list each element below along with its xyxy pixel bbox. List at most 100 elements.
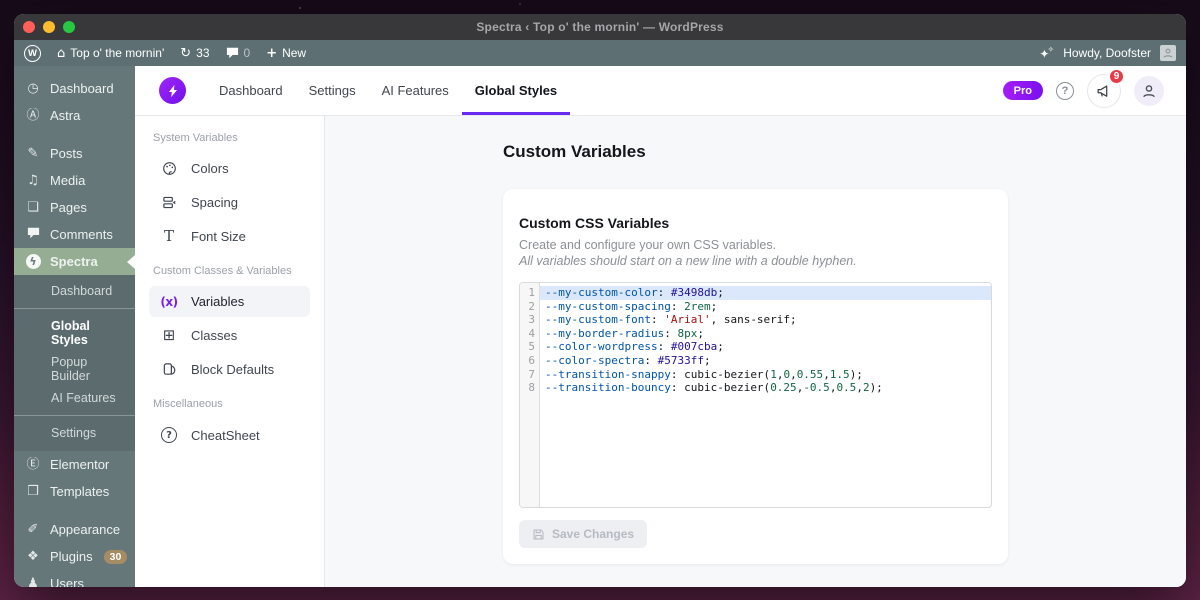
window-controls — [23, 21, 75, 33]
code-line: --color-spectra: #5733ff; — [545, 353, 711, 367]
code-line: --my-custom-font: 'Arial', sans-serif; — [545, 313, 797, 327]
users-icon: ♟ — [27, 576, 39, 587]
sidebar-item-spectra[interactable]: ϟ Spectra — [14, 248, 135, 275]
tab-dashboard[interactable]: Dashboard — [206, 66, 296, 115]
code-line: --my-border-radius: 8px; — [545, 326, 704, 340]
comments-menu[interactable]: 0 — [226, 46, 251, 60]
sidebar-item-label: Posts — [50, 146, 83, 161]
nav-item-cheatsheet[interactable]: ? CheatSheet — [149, 419, 310, 451]
sidebar-item-elementor[interactable]: Ⓔ Elementor — [14, 451, 135, 478]
content-area: Custom Variables Custom CSS Variables Cr… — [325, 116, 1186, 587]
plus-icon: + — [266, 45, 278, 61]
comments-icon — [24, 227, 42, 242]
sidebar-item-label: Templates — [50, 484, 110, 499]
editor-code-pane[interactable]: --my-custom-color: #3498db; --my-custom-s… — [540, 283, 991, 507]
avatar[interactable] — [1160, 45, 1176, 61]
tab-ai-features[interactable]: AI Features — [369, 66, 462, 115]
line-number: 2 — [528, 299, 535, 313]
nav-item-variables[interactable]: (x) Variables — [149, 286, 310, 317]
submenu-divider — [14, 415, 135, 416]
css-code-editor[interactable]: 12345678 --my-custom-color: #3498db; --my… — [519, 282, 992, 508]
tab-global-styles[interactable]: Global Styles — [461, 66, 571, 115]
close-window-button[interactable] — [23, 21, 35, 33]
nav-item-label: Colors — [191, 161, 229, 176]
save-changes-button[interactable]: Save Changes — [519, 520, 648, 548]
notifications-button[interactable]: 9 — [1087, 67, 1125, 108]
wp-admin-sidebar: ◷ Dashboard Ⓐ Astra ✎ Posts ♫ Media ❏ Pages Commen… — [14, 66, 135, 587]
notification-count-badge: 9 — [1108, 67, 1125, 85]
howdy-account-menu[interactable]: Howdy, Doofster — [1063, 46, 1151, 60]
sidebar-item-dashboard[interactable]: ◷ Dashboard — [14, 75, 135, 102]
sidebar-item-label: Pages — [50, 200, 87, 215]
nav-item-label: Variables — [191, 294, 245, 309]
variables-icon: (x) — [160, 294, 178, 309]
nav-item-colors[interactable]: Colors — [149, 153, 310, 184]
astra-icon: Ⓐ — [26, 108, 40, 123]
submenu-item-global-styles[interactable]: Global Styles — [14, 315, 135, 351]
submenu-item-settings[interactable]: Settings — [14, 422, 135, 444]
classes-icon: ⊞ — [162, 326, 176, 344]
tab-settings[interactable]: Settings — [296, 66, 369, 115]
sidebar-item-users[interactable]: ♟ Users — [14, 570, 135, 587]
spectra-logo-icon[interactable] — [159, 77, 186, 104]
spectra-submenu: Dashboard Global Styles Popup Builder AI Fe… — [14, 275, 135, 451]
code-line: --my-custom-spacing: 2rem; — [545, 299, 718, 313]
sidebar-item-appearance[interactable]: ✐ Appearance — [14, 516, 135, 543]
submenu-divider — [14, 308, 135, 309]
nav-item-label: CheatSheet — [191, 427, 260, 443]
submenu-item-popup-builder[interactable]: Popup Builder — [14, 351, 135, 387]
submenu-item-ai-features[interactable]: AI Features — [14, 387, 135, 409]
sidebar-item-media[interactable]: ♫ Media — [14, 167, 135, 194]
sidebar-item-comments[interactable]: Comments — [14, 221, 135, 248]
updates-icon: ↻ — [180, 45, 192, 61]
submenu-item-dashboard[interactable]: Dashboard — [14, 280, 135, 302]
sidebar-item-pages[interactable]: ❏ Pages — [14, 194, 135, 221]
sidebar-item-plugins[interactable]: ❖ Plugins 30 — [14, 543, 135, 570]
line-number: 6 — [528, 353, 535, 367]
comments-count: 0 — [243, 46, 251, 60]
nav-item-spacing[interactable]: Spacing — [149, 187, 310, 218]
sidebar-item-label: Appearance — [50, 522, 121, 537]
block-defaults-icon — [159, 362, 179, 377]
pages-icon: ❏ — [27, 200, 39, 215]
nav-item-block-defaults[interactable]: Block Defaults — [149, 354, 310, 385]
nav-item-font-size[interactable]: T Font Size — [149, 221, 310, 252]
section-label-system-variables: System Variables — [153, 132, 238, 144]
line-number: 3 — [528, 313, 535, 327]
sidebar-item-templates[interactable]: ❒ Templates — [14, 478, 135, 505]
new-content-menu[interactable]: + New — [266, 46, 306, 60]
app-window: Spectra ‹ Top o' the mornin' — WordPress… — [14, 14, 1186, 587]
nav-item-label: Font Size — [191, 229, 246, 244]
wp-logo-menu[interactable]: W — [24, 44, 41, 62]
home-icon: ⌂ — [57, 45, 66, 61]
help-icon[interactable]: ? — [1056, 81, 1074, 100]
minimize-window-button[interactable] — [43, 21, 55, 33]
line-number: 5 — [528, 340, 535, 354]
sidebar-item-label: Plugins — [50, 549, 93, 564]
spectra-tabs: Dashboard Settings AI Features Global Style… — [206, 66, 571, 115]
updates-menu[interactable]: ↻ 33 — [180, 46, 209, 60]
spectra-settings-sidebar: System Variables Colors Spacing T Font Size C… — [135, 116, 325, 587]
nav-item-label: Spacing — [191, 195, 238, 210]
titlebar: Spectra ‹ Top o' the mornin' — WordPress — [14, 14, 1186, 40]
card-note: All variables should start on a new line… — [519, 254, 857, 268]
sidebar-item-posts[interactable]: ✎ Posts — [14, 140, 135, 167]
comments-bubble-icon — [226, 47, 238, 59]
plugins-count-badge: 30 — [103, 549, 128, 564]
account-button[interactable] — [1134, 75, 1164, 106]
save-icon — [533, 529, 544, 539]
code-line: --transition-snappy: cubic-bezier(1,0,0.… — [545, 367, 863, 381]
plugins-icon: ❖ — [27, 549, 39, 564]
spacing-icon — [159, 195, 179, 210]
site-name-menu[interactable]: ⌂ Top o' the mornin' — [57, 46, 164, 60]
nav-item-classes[interactable]: ⊞ Classes — [149, 320, 310, 351]
sidebar-item-astra[interactable]: Ⓐ Astra — [14, 102, 135, 129]
media-icon: ♫ — [27, 173, 39, 188]
card-description: Create and configure your own CSS variab… — [519, 238, 777, 252]
zoom-window-button[interactable] — [63, 21, 75, 33]
user-icon — [1143, 84, 1155, 97]
pro-badge: Pro — [1002, 81, 1043, 100]
sidebar-item-label: Astra — [50, 108, 81, 123]
ai-sparkles-icon[interactable]: ✦✧ — [1039, 45, 1054, 61]
